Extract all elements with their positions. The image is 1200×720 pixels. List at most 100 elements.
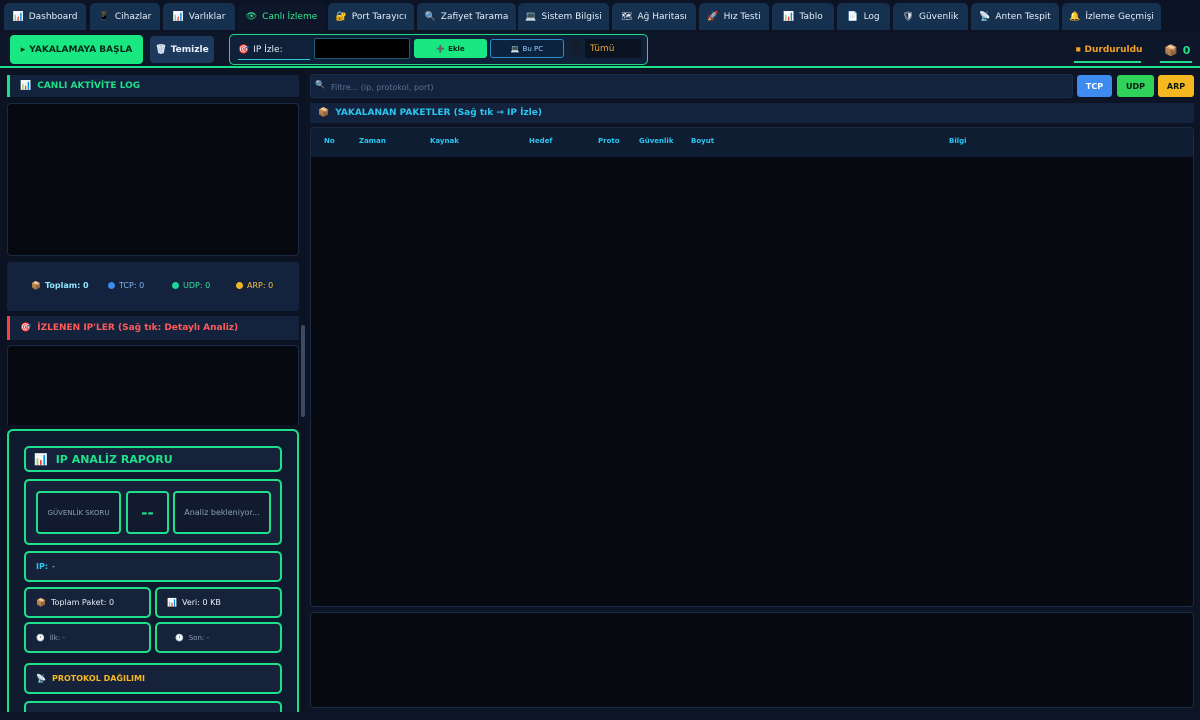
tab-1[interactable]: 📱 Cihazlar xyxy=(90,3,160,30)
column-destination[interactable]: Hedef xyxy=(529,137,552,145)
target-icon: 🎯 xyxy=(20,323,32,333)
watched-ips-title: İZLENEN IP'LER (Sağ tık: Detaylı Analiz) xyxy=(37,323,239,333)
tab-label: İzleme Geçmişi xyxy=(1085,11,1154,22)
computer-icon: 💻 xyxy=(510,44,520,53)
tab-9[interactable]: 📊 Tablo xyxy=(772,3,834,30)
antenna-icon: 📡 xyxy=(36,674,46,683)
chart-icon: 📊 xyxy=(34,452,48,466)
filter-input[interactable] xyxy=(331,78,931,96)
tab-5[interactable]: 🔍 Zafiyet Tarama xyxy=(417,3,516,30)
column-source[interactable]: Kaynak xyxy=(430,137,459,145)
tcp-dot-icon xyxy=(108,282,115,289)
stat-total: 📦 Toplam: 0 xyxy=(31,281,89,290)
analysis-status: Analiz bekleniyor... xyxy=(173,491,271,534)
tab-label: Güvenlik xyxy=(918,11,959,22)
capture-status: ⏹ Durduruldu xyxy=(1074,39,1143,63)
package-icon: 📦 xyxy=(36,598,46,607)
tab-12[interactable]: 📡 Anten Tespit xyxy=(971,3,1059,30)
target-icon: 🎯 xyxy=(238,44,250,55)
activity-log-area[interactable] xyxy=(7,103,299,256)
stat-arp: ARP: 0 xyxy=(236,281,273,290)
filter-udp-button[interactable]: UDP xyxy=(1117,75,1154,97)
activity-log-title: CANLI AKTİVİTE LOG xyxy=(37,81,141,91)
package-icon: 📦 xyxy=(318,108,330,118)
stat-tcp-text: TCP: 0 xyxy=(119,281,145,290)
clock-icon: 🕐 xyxy=(175,633,184,642)
column-time[interactable]: Zaman xyxy=(359,137,386,145)
report-ip-row: IP: - xyxy=(24,551,282,582)
ip-watch-input[interactable] xyxy=(314,38,410,59)
map-icon: 🗺 xyxy=(621,11,633,22)
tab-13[interactable]: 🔔 İzleme Geçmişi xyxy=(1062,3,1161,30)
ip-watch-panel: 🎯 IP İzle: ➕ Ekle 💻 Bu PC Tümü xyxy=(229,34,648,65)
security-score-value: -- xyxy=(126,491,169,534)
tab-label: Log xyxy=(863,11,880,22)
add-ip-label: Ekle xyxy=(448,44,465,53)
last-seen-text: Son: - xyxy=(188,633,209,642)
document-icon: 📄 xyxy=(847,11,859,22)
eye-icon: 👁 xyxy=(245,11,258,22)
column-size[interactable]: Boyut xyxy=(691,137,714,145)
protocol-stats: 📦 Toplam: 0 TCP: 0 UDP: 0 ARP: 0 xyxy=(7,262,299,311)
score-row: GÜVENLİK SKORU -- Analiz bekleniyor... xyxy=(24,479,282,545)
activity-log-header: 📊 CANLI AKTİVİTE LOG xyxy=(7,75,299,97)
security-score-label: GÜVENLİK SKORU xyxy=(36,491,121,534)
tab-10[interactable]: 📄 Log xyxy=(837,3,890,30)
search-icon: 🔍 xyxy=(424,11,436,22)
shield-icon: 🛡 xyxy=(902,11,914,22)
tab-4[interactable]: 🔐 Port Tarayıcı xyxy=(328,3,414,30)
this-pc-button[interactable]: 💻 Bu PC xyxy=(490,39,564,58)
start-capture-button[interactable]: ▸ YAKALAMAYA BAŞLA xyxy=(10,35,143,64)
data-volume-text: Veri: 0 KB xyxy=(181,598,221,607)
chart-icon: 📊 xyxy=(12,11,24,22)
computer-icon: 💻 xyxy=(525,11,537,22)
tab-11[interactable]: 🛡 Güvenlik xyxy=(893,3,968,30)
tab-label: Canlı İzleme xyxy=(262,11,318,22)
this-pc-label: Bu PC xyxy=(522,44,544,53)
protocol-distribution-title: PROTOKOL DAĞILIMI xyxy=(51,674,145,683)
report-title: IP ANALİZ RAPORU xyxy=(55,452,173,466)
tab-label: Tablo xyxy=(799,11,823,22)
tab-label: Hız Testi xyxy=(723,11,761,22)
protocol-distribution-header: 📡 PROTOKOL DAĞILIMI xyxy=(24,663,282,694)
column-security[interactable]: Güvenlik xyxy=(639,137,673,145)
report-ip-value: - xyxy=(52,562,55,571)
scope-select[interactable]: Tümü xyxy=(585,39,641,58)
column-no[interactable]: No xyxy=(324,137,335,145)
clear-button[interactable]: 🗑 Temizle xyxy=(150,36,214,63)
tab-7[interactable]: 🗺 Ağ Haritası xyxy=(612,3,696,30)
packet-detail-pane[interactable] xyxy=(310,612,1194,708)
tab-label: Sistem Bilgisi xyxy=(541,11,602,22)
chart-icon: 📊 xyxy=(172,11,184,22)
packets-table[interactable]: No Zaman Kaynak Hedef Proto Güvenlik Boy… xyxy=(310,127,1194,607)
chart-icon: 📊 xyxy=(167,598,177,607)
filter-checkbox[interactable] xyxy=(571,41,582,54)
tab-8[interactable]: 🚀 Hız Testi xyxy=(699,3,769,30)
filter-tcp-button[interactable]: TCP xyxy=(1077,75,1112,97)
filter-arp-button[interactable]: ARP xyxy=(1158,75,1194,97)
report-title-box: 📊 IP ANALİZ RAPORU xyxy=(24,446,282,472)
stop-icon: ⏹ xyxy=(1076,45,1081,55)
package-icon: 📦 xyxy=(1164,43,1178,57)
add-ip-button[interactable]: ➕ Ekle xyxy=(414,39,487,58)
stat-udp-text: UDP: 0 xyxy=(183,281,211,290)
tab-6[interactable]: 💻 Sistem Bilgisi xyxy=(518,3,609,30)
stat-total-text: Toplam: 0 xyxy=(44,281,89,290)
stat-tcp: TCP: 0 xyxy=(108,281,144,290)
tab-2[interactable]: 📊 Varlıklar xyxy=(163,3,235,30)
total-packets-box: 📦 Toplam Paket: 0 xyxy=(24,587,151,618)
trash-icon: 🗑 xyxy=(155,44,167,55)
ip-analysis-report: 📊 IP ANALİZ RAPORU GÜVENLİK SKORU -- Ana… xyxy=(7,429,299,720)
tab-0[interactable]: 📊 Dashboard xyxy=(4,3,86,30)
column-info[interactable]: Bilgi xyxy=(949,137,967,145)
tab-label: Anten Tespit xyxy=(995,11,1051,22)
tab-label: Varlıklar xyxy=(188,11,226,22)
left-panel-scrollbar[interactable] xyxy=(301,325,305,417)
capture-status-text: Durduruldu xyxy=(1084,45,1143,55)
captured-packets-header: 📦 YAKALANAN PAKETLER (Sağ tık → IP İzle) xyxy=(310,103,1194,123)
antenna-icon: 📡 xyxy=(979,11,991,22)
watched-ips-list[interactable] xyxy=(7,345,299,425)
clear-label: Temizle xyxy=(170,44,209,55)
column-protocol[interactable]: Proto xyxy=(598,137,620,145)
tab-3[interactable]: 👁 Canlı İzleme xyxy=(238,3,325,30)
